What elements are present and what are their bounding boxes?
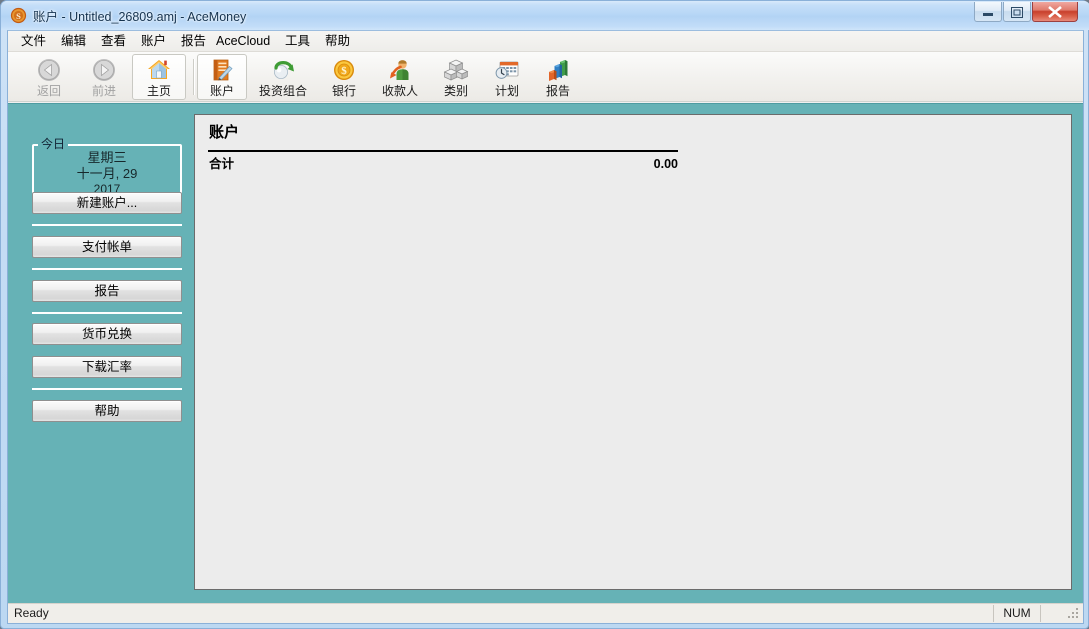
bank-coin-icon: $ — [320, 57, 368, 83]
window-title: 账户 - Untitled_26809.amj - AceMoney — [33, 10, 247, 24]
toolbar-categories-button[interactable]: 类别 — [431, 54, 481, 100]
minimize-button[interactable] — [974, 2, 1002, 22]
toolbar-separator — [193, 59, 195, 95]
sidebar-help-button[interactable]: 帮助 — [32, 400, 182, 422]
today-weekday: 星期三 — [87, 150, 127, 165]
menu-accounts[interactable]: 账户 — [136, 33, 171, 50]
client-area: 文件 编辑 查看 账户 报告 AceCloud 工具 帮助 返回 前进 主页 账… — [7, 30, 1084, 624]
toolbar-categories-label: 类别 — [443, 84, 468, 98]
sidebar-separator-1 — [32, 224, 182, 226]
toolbar-reports-button[interactable]: 报告 — [533, 54, 583, 100]
sidebar-pay-bills-button[interactable]: 支付帐单 — [32, 236, 182, 258]
toolbar-back-button[interactable]: 返回 — [22, 54, 76, 100]
total-value: 0.00 — [653, 157, 678, 171]
sidebar-download-rates-button[interactable]: 下载汇率 — [32, 356, 182, 378]
toolbar-accounts-label: 账户 — [209, 84, 234, 98]
sidebar-reports-button[interactable]: 报告 — [32, 280, 182, 302]
account-book-icon — [198, 57, 246, 83]
workspace: 今日 星期三 十一月, 29 2017 新建账户... 支付帐单 报告 货币兑换… — [8, 103, 1083, 605]
status-bar: Ready NUM — [8, 603, 1083, 623]
page-title: 账户 — [209, 124, 240, 141]
toolbar-payee-button[interactable]: 收款人 — [370, 54, 430, 100]
toolbar-portfolio-button[interactable]: 投资组合 — [248, 54, 318, 100]
sidebar-separator-3 — [32, 312, 182, 314]
today-date: 星期三 十一月, 29 2017 — [32, 150, 182, 197]
svg-text:$: $ — [341, 65, 347, 77]
menu-edit[interactable]: 编辑 — [56, 33, 91, 50]
sidebar: 今日 星期三 十一月, 29 2017 新建账户... 支付帐单 报告 货币兑换… — [8, 104, 194, 605]
toolbar-payee-label: 收款人 — [381, 84, 418, 98]
svg-text:S: S — [16, 11, 21, 21]
category-cubes-icon — [432, 57, 480, 83]
resize-grip[interactable] — [1067, 608, 1080, 621]
sidebar-new-account-button[interactable]: 新建账户... — [32, 192, 182, 214]
toolbar-accounts-button[interactable]: 账户 — [197, 54, 247, 100]
sidebar-separator-2 — [32, 268, 182, 270]
payee-person-icon — [371, 57, 429, 83]
toolbar-back-label: 返回 — [36, 84, 61, 98]
sidebar-currency-exchange-button[interactable]: 货币兑换 — [32, 323, 182, 345]
forward-arrow-icon — [78, 57, 130, 83]
today-monthday: 十一月, 29 — [76, 166, 138, 181]
menu-help[interactable]: 帮助 — [320, 33, 355, 50]
toolbar-home-button[interactable]: 主页 — [132, 54, 186, 100]
status-message: Ready — [14, 606, 49, 620]
menu-file[interactable]: 文件 — [16, 33, 51, 50]
title-bar: S 账户 - Untitled_26809.amj - AceMoney — [1, 1, 1089, 30]
status-num-lock: NUM — [993, 605, 1041, 622]
acemoney-coin-icon: S — [10, 7, 27, 24]
toolbar-home-label: 主页 — [146, 84, 171, 98]
toolbar: 返回 前进 主页 账户 投资组合 $ 银行 收款人 类别 计划 报告 — [8, 52, 1083, 102]
menu-reports[interactable]: 报告 — [176, 33, 211, 50]
menu-view[interactable]: 查看 — [96, 33, 131, 50]
toolbar-schedule-label: 计划 — [494, 84, 519, 98]
portfolio-sphere-icon — [249, 57, 317, 83]
menu-acecloud[interactable]: AceCloud — [211, 33, 275, 50]
toolbar-bank-button[interactable]: $ 银行 — [319, 54, 369, 100]
sidebar-separator-4 — [32, 388, 182, 390]
toolbar-schedule-button[interactable]: 计划 — [482, 54, 532, 100]
toolbar-bank-label: 银行 — [331, 84, 356, 98]
toolbar-portfolio-label: 投资组合 — [258, 84, 307, 98]
toolbar-forward-label: 前进 — [91, 84, 116, 98]
menu-bar: 文件 编辑 查看 账户 报告 AceCloud 工具 帮助 — [8, 31, 1083, 52]
menu-tools[interactable]: 工具 — [280, 33, 315, 50]
home-house-icon — [133, 57, 185, 83]
total-label: 合计 — [209, 157, 235, 171]
maximize-button[interactable] — [1003, 2, 1031, 22]
title-divider — [208, 150, 678, 152]
schedule-calendar-icon — [483, 57, 531, 83]
accounts-content-panel: 账户 合计 0.00 — [194, 114, 1072, 590]
toolbar-reports-label: 报告 — [545, 84, 570, 98]
close-button[interactable] — [1032, 2, 1078, 22]
application-window: S 账户 - Untitled_26809.amj - AceMoney 文件 … — [0, 0, 1089, 629]
back-arrow-icon — [23, 57, 75, 83]
report-barchart-icon — [534, 57, 582, 83]
toolbar-forward-button[interactable]: 前进 — [77, 54, 131, 100]
today-group-label: 今日 — [38, 137, 69, 151]
